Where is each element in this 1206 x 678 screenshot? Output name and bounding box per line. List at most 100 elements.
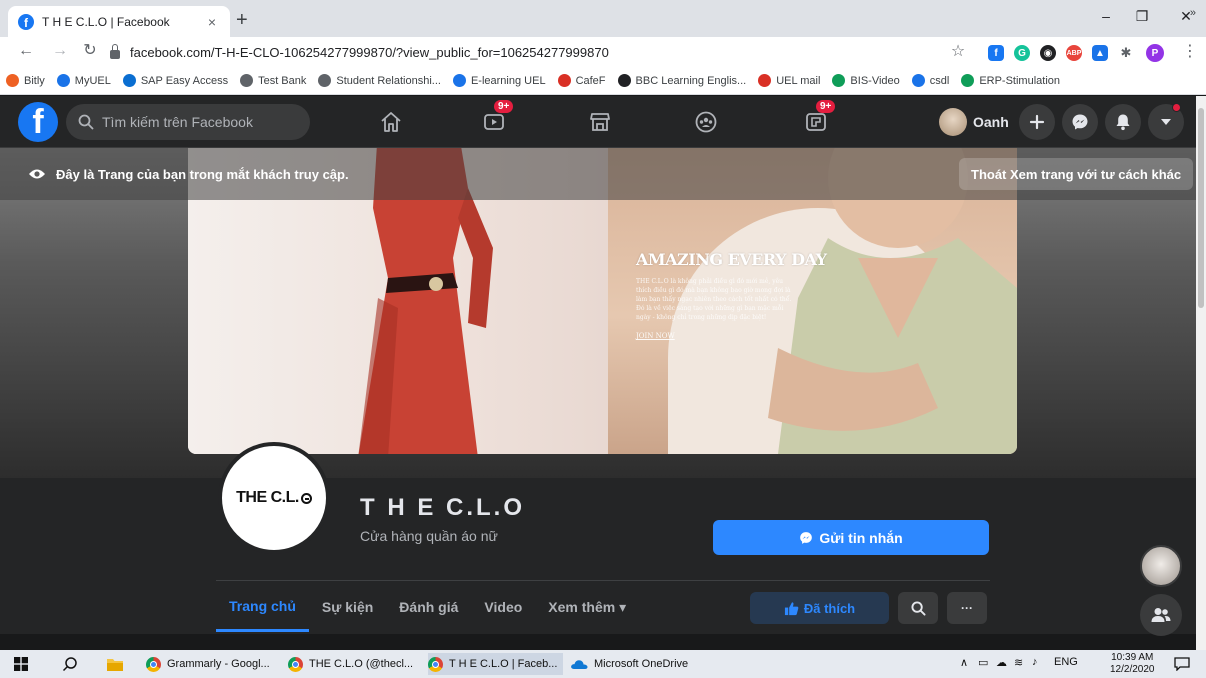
bookmark-item[interactable]: Test Bank [240,74,306,87]
tab-close-icon[interactable]: × [204,14,220,30]
action-center-icon[interactable] [1174,657,1190,671]
more-options-button[interactable]: ··· [947,592,987,624]
facebook-logo-icon[interactable]: f [18,102,58,142]
send-message-button[interactable]: Gửi tin nhắn [713,520,989,555]
bookmarks-overflow-icon[interactable]: » [1190,7,1196,19]
notifications-button[interactable] [1105,104,1141,140]
bookmark-item[interactable]: MyUEL [56,74,111,87]
back-arrow-icon[interactable]: ← [16,41,36,61]
reload-icon[interactable]: ↻ [80,41,100,61]
bookmark-label: MyUEL [74,74,111,87]
chrome-icon [146,656,161,672]
gaming-icon [806,113,826,131]
profile-chip[interactable]: Oanh [935,104,1019,140]
bookmark-favicon-icon [758,74,772,87]
bookmark-item[interactable]: csdl [911,74,949,87]
tray-overflow-icon[interactable]: ∧ [960,656,968,669]
bookmark-label: CafeF [575,74,606,87]
bookmark-label: E-learning UEL [470,74,546,87]
grammarly-extension-icon[interactable]: G [1014,45,1030,61]
liked-label: Đã thích [803,600,856,616]
new-tab-button[interactable]: + [236,10,248,30]
bookmark-item[interactable]: E-learning UEL [452,74,546,87]
tab-more[interactable]: Xem thêm ▾ [535,582,639,632]
cover-promo-text: AMAZING EVERY DAY THE C.L.O là không phả… [636,250,827,340]
tray-battery-icon[interactable]: ▭ [978,656,988,669]
bookmark-item[interactable]: ERP-Stimulation [961,74,1060,87]
tab-video[interactable]: Video [471,582,535,632]
tray-language[interactable]: ENG [1054,656,1078,668]
chrome-menu-icon[interactable]: ⋮ [1180,42,1200,62]
restore-icon[interactable]: ❐ [1132,8,1152,25]
bookmark-favicon-icon [911,74,925,87]
marketplace-nav-button[interactable] [580,106,620,138]
taskbar-item-grammarly[interactable]: Grammarly - Googl... [146,653,270,675]
taskbar-search-icon[interactable] [62,656,78,672]
bookmark-item[interactable]: BIS-Video [832,74,900,87]
page-scrollbar-thumb[interactable] [1198,108,1204,308]
clock-date: 12/2/2020 [1110,664,1155,675]
bookmark-label: BBC Learning Englis... [635,74,747,87]
exit-view-as-button[interactable]: Thoát Xem trang với tư cách khác [959,158,1194,190]
bookmark-item[interactable]: Student Relationshi... [318,74,441,87]
search-input[interactable] [102,114,302,130]
minimize-icon[interactable]: – [1096,8,1116,24]
bell-icon [1116,114,1130,131]
watch-nav-button[interactable]: 9+ [474,100,514,138]
liked-button[interactable]: Đã thích [750,592,889,624]
messenger-button[interactable] [1062,104,1098,140]
address-bar[interactable]: facebook.com/T-H-E-CLO-106254277999870/?… [110,41,970,63]
bookmark-item[interactable]: Bitly [6,74,45,87]
windows-start-icon[interactable] [14,657,28,671]
taskbar-item-facebook[interactable]: T H E C.L.O | Faceb... [428,653,564,675]
taskbar-item-onedrive[interactable]: Microsoft OneDrive [570,653,688,675]
bookmark-item[interactable]: CafeF [557,74,606,87]
bookmark-favicon-icon [122,74,136,87]
url-text[interactable]: facebook.com/T-H-E-CLO-106254277999870/?… [130,45,609,60]
tab-reviews[interactable]: Đánh giá [386,582,471,632]
facebook-extension-icon[interactable]: f [988,45,1004,61]
chat-head-avatar[interactable] [1140,545,1182,587]
gaming-nav-button[interactable]: 9+ [796,100,836,138]
bookmark-item[interactable]: SAP Easy Access [122,74,228,87]
page-category: Cửa hàng quần áo nữ [360,528,498,544]
groups-nav-button[interactable] [686,106,726,138]
forward-arrow-icon[interactable]: → [50,41,70,61]
taskbar-clock[interactable]: 10:39 AM 12/2/2020 [1110,652,1155,676]
extension-dark-icon[interactable]: ◉ [1040,45,1056,61]
tray-volume-icon[interactable]: ♪ [1032,656,1038,668]
onedrive-cloud-icon [571,660,588,669]
page-body-top [0,634,1196,650]
search-box[interactable] [66,104,310,140]
page-profile-picture[interactable]: THE C.L. [218,442,330,554]
bookmark-item[interactable]: UEL mail [758,74,820,87]
bookmark-label: UEL mail [776,74,821,87]
cover-area: AMAZING EVERY DAY THE C.L.O là không phả… [0,148,1196,478]
bookmark-item[interactable]: BBC Learning Englis... [617,74,747,87]
bookmark-star-icon[interactable]: ☆ [948,42,968,62]
bookmark-favicon-icon [6,74,19,87]
taskbar-item-theclo-instagram[interactable]: THE C.L.O (@thecl... [288,653,413,675]
file-explorer-icon[interactable] [106,656,124,672]
tab-title: T H E C.L.O | Facebook [42,14,170,29]
lock-icon[interactable] [110,43,120,59]
page-tabs: Trang chủ Sự kiện Đánh giá Video Xem thê… [216,582,639,634]
browser-tab-active[interactable]: f T H E C.L.O | Facebook × [8,6,230,37]
home-nav-button[interactable] [371,106,411,138]
extension-blue-icon[interactable]: ▲ [1092,45,1108,61]
tray-wifi-icon[interactable]: ≋ [1014,656,1023,669]
contacts-button[interactable] [1140,594,1182,636]
view-as-banner: Đây là Trang của bạn trong mắt khách tru… [0,148,1196,200]
extensions-puzzle-icon[interactable]: ✱ [1118,45,1134,61]
taskbar-item-label: THE C.L.O (@thecl... [309,658,414,670]
bookmark-favicon-icon [832,74,846,87]
adblock-plus-icon[interactable]: ABP [1066,45,1082,61]
search-icon [910,600,926,616]
send-message-label: Gửi tin nhắn [819,529,903,546]
tab-home[interactable]: Trang chủ [216,582,309,632]
tray-cloud-icon[interactable]: ☁ [996,656,1007,669]
page-search-button[interactable] [898,592,938,624]
tab-events[interactable]: Sự kiện [309,582,386,632]
chrome-profile-avatar[interactable]: P [1146,44,1164,62]
create-button[interactable] [1019,104,1055,140]
